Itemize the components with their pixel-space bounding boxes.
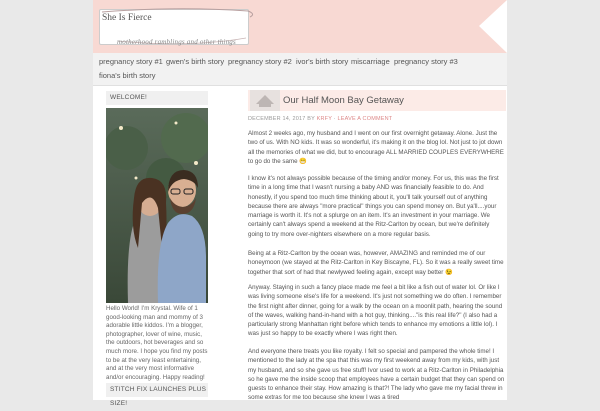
nav-item-pregnancy-story-2[interactable]: pregnancy story #2 [228, 57, 292, 66]
post-by-label: BY [307, 116, 315, 122]
header-corner-ribbon-icon [479, 0, 507, 53]
meta-separator: · [333, 116, 336, 122]
post-meta: DECEMBER 14, 2017 BY KRFY · LEAVE A COMM… [248, 116, 392, 122]
leave-comment-link[interactable]: LEAVE A COMMENT [338, 116, 393, 122]
nav-item-gwens-birth-story[interactable]: gwen's birth story [166, 57, 224, 66]
site-title[interactable]: She Is Fierce [102, 13, 152, 23]
post-format-icon [250, 90, 280, 111]
profile-photo [106, 108, 208, 303]
site-tagline: motherhood ramblings and other things [117, 38, 236, 46]
post-paragraph-text: Being at a Ritz-Carlton by the ocean was… [248, 250, 504, 276]
nav-item-pregnancy-story-3[interactable]: pregnancy story #3 [394, 57, 458, 66]
post-paragraph: Being at a Ritz-Carlton by the ocean was… [248, 249, 506, 277]
stitch-fix-widget-heading[interactable]: STITCH FIX LAUNCHES PLUS SIZE! [106, 383, 208, 407]
sidebar-bio: Hello World! I'm Krystal. Wife of 1 good… [106, 305, 208, 381]
wink-emoji-icon: 😉 [445, 268, 453, 276]
grin-emoji-icon: 😁 [299, 157, 307, 165]
post-paragraph: Anyway. Staying in such a fancy place ma… [248, 284, 503, 338]
nav-item-fionas-birth-story[interactable]: fiona's birth story [99, 71, 155, 80]
post-author-link[interactable]: KRFY [317, 116, 332, 122]
post-title[interactable]: Our Half Moon Bay Getaway [283, 95, 404, 106]
post-date: DECEMBER 14, 2017 [248, 116, 306, 122]
post-paragraph: I know it's not always possible because … [248, 175, 499, 238]
post-paragraph-text: Almost 2 weeks ago, my husband and I wen… [248, 130, 504, 165]
nav-item-miscarriage[interactable]: miscarriage [351, 57, 390, 66]
post-paragraph: Almost 2 weeks ago, my husband and I wen… [248, 129, 506, 166]
post-paragraph: And everyone there treats you like royal… [248, 348, 505, 402]
nav-item-ivors-birth-story[interactable]: ivor's birth story [296, 57, 348, 66]
nav-item-pregnancy-story-1[interactable]: pregnancy story #1 [99, 57, 163, 66]
welcome-widget-heading: WELCOME! [106, 91, 208, 105]
